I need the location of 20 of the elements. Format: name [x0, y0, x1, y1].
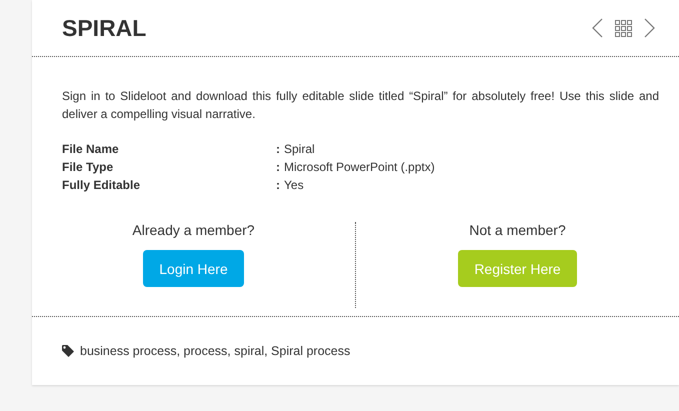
- previous-icon[interactable]: [592, 18, 603, 38]
- next-icon[interactable]: [644, 18, 655, 38]
- detail-label: Fully Editable: [62, 177, 142, 194]
- login-button[interactable]: Login Here: [143, 250, 244, 287]
- member-question: Already a member?: [132, 222, 255, 238]
- detail-value: Spiral: [284, 142, 315, 156]
- detail-value: Yes: [284, 178, 304, 192]
- slide-title: SPIRAL: [62, 14, 146, 42]
- detail-label: File Name: [62, 141, 120, 158]
- separator: :: [276, 160, 280, 174]
- tag-list: business process, process, spiral, Spiral process: [80, 344, 350, 358]
- member-question: Not a member?: [469, 222, 566, 238]
- detail-label: File Type: [62, 159, 114, 176]
- detail-value: Microsoft PowerPoint (.pptx): [284, 160, 435, 174]
- tag-icon: [62, 345, 74, 357]
- register-button[interactable]: Register Here: [458, 250, 577, 287]
- grid-icon[interactable]: [615, 20, 632, 36]
- description: Sign in to Slideloot and download this fully editable slide titled “Spiral” for absolutely free! Use this slide and deliver a compelling visual narrative.: [62, 88, 659, 123]
- separator: :: [276, 142, 280, 156]
- separator: :: [276, 178, 280, 192]
